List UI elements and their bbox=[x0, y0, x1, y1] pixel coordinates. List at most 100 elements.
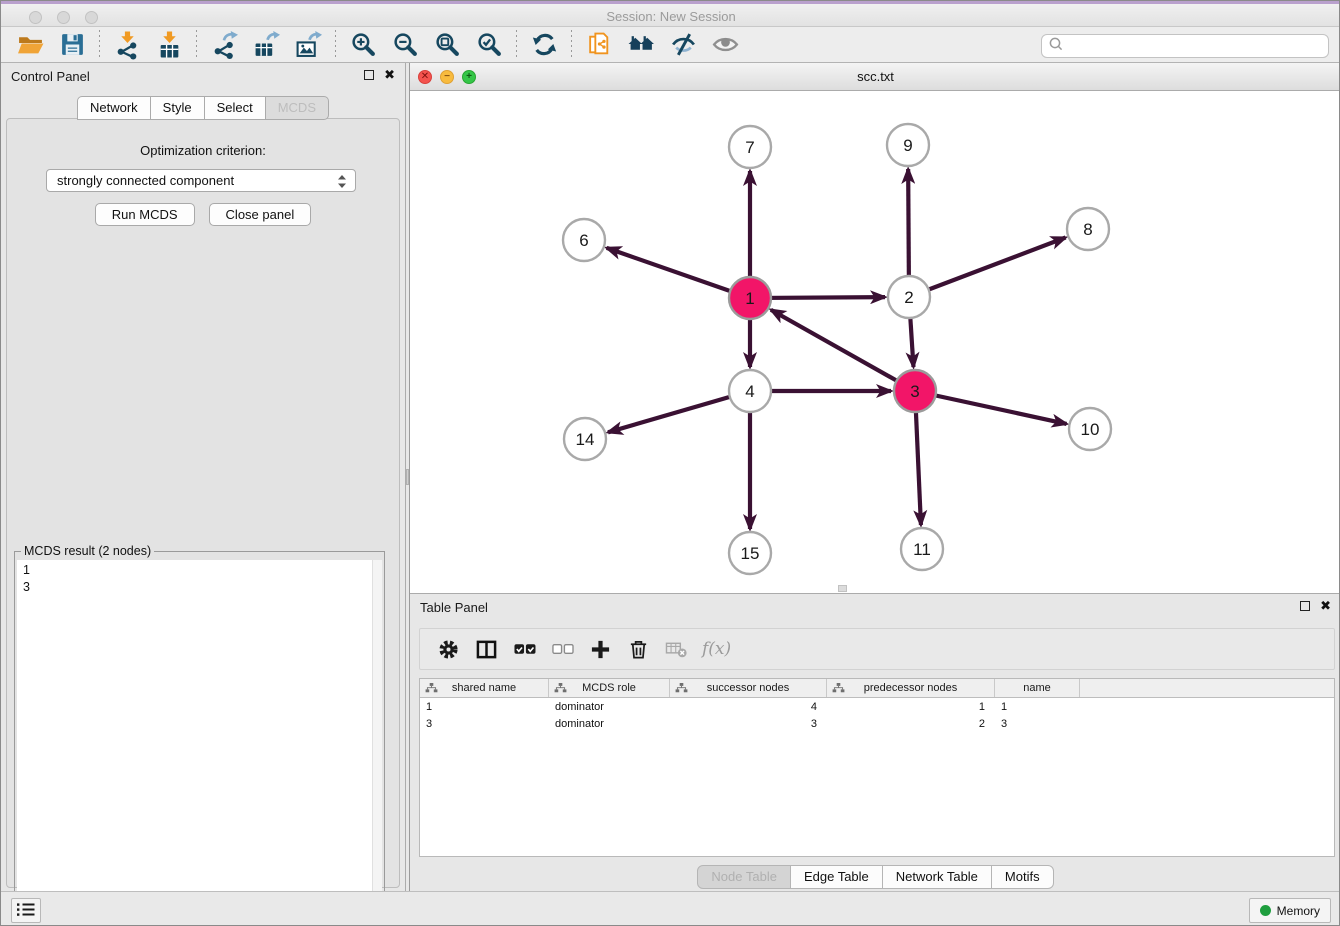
zoom-selected-icon[interactable] bbox=[472, 30, 506, 60]
graph-node-6[interactable]: 6 bbox=[563, 219, 605, 261]
deselect-all-columns-icon[interactable] bbox=[547, 635, 577, 663]
tab-network[interactable]: Network bbox=[77, 96, 151, 120]
splitter-grip[interactable] bbox=[406, 469, 409, 485]
control-panel: Control Panel ✖ NetworkStyleSelectMCDS O… bbox=[1, 63, 405, 891]
svg-text:9: 9 bbox=[903, 136, 912, 155]
column-header-name[interactable]: name bbox=[995, 679, 1080, 697]
zoom-in-icon[interactable] bbox=[346, 30, 380, 60]
split-columns-icon[interactable] bbox=[471, 635, 501, 663]
column-hierarchy-icon bbox=[425, 683, 438, 696]
network-canvas[interactable]: 7 9 6 8 1 2 4 3 14 10 15 11 bbox=[410, 91, 1340, 593]
mcds-result-title: MCDS result (2 nodes) bbox=[21, 544, 154, 558]
table-cell[interactable]: 2 bbox=[827, 718, 995, 730]
hide-graphics-details-icon[interactable] bbox=[666, 30, 700, 60]
task-history-button[interactable] bbox=[11, 898, 41, 923]
criterion-select-value: strongly connected component bbox=[57, 173, 234, 188]
svg-text:15: 15 bbox=[741, 544, 760, 563]
graph-node-1[interactable]: 1 bbox=[729, 277, 771, 319]
import-table-icon[interactable] bbox=[152, 30, 186, 60]
svg-text:7: 7 bbox=[745, 138, 754, 157]
memory-label: Memory bbox=[1277, 904, 1320, 918]
optimization-criterion-label: Optimization criterion: bbox=[7, 143, 399, 158]
column-header-MCDS-role[interactable]: MCDS role bbox=[549, 679, 670, 697]
table-cell[interactable]: 1 bbox=[827, 701, 995, 713]
table-cell[interactable]: 1 bbox=[995, 701, 1080, 713]
graph-node-11[interactable]: 11 bbox=[901, 528, 943, 570]
graph-node-2[interactable]: 2 bbox=[888, 276, 930, 318]
table-settings-gear-icon[interactable] bbox=[433, 635, 463, 663]
search-icon bbox=[1048, 36, 1064, 57]
column-header-shared-name[interactable]: shared name bbox=[420, 679, 549, 697]
zoom-fit-icon[interactable] bbox=[430, 30, 464, 60]
home-views-icon[interactable] bbox=[624, 30, 658, 60]
delete-table-icon bbox=[661, 635, 691, 663]
table-cell[interactable]: 3 bbox=[420, 718, 549, 730]
svg-text:1: 1 bbox=[745, 289, 754, 308]
zoom-out-icon[interactable] bbox=[388, 30, 422, 60]
tab-motifs[interactable]: Motifs bbox=[992, 865, 1054, 889]
select-all-columns-icon[interactable] bbox=[509, 635, 539, 663]
close-table-panel-icon[interactable]: ✖ bbox=[1320, 601, 1331, 611]
duplicate-network-icon[interactable] bbox=[582, 30, 616, 60]
show-graphics-details-icon[interactable] bbox=[708, 30, 742, 60]
save-session-icon[interactable] bbox=[55, 30, 89, 60]
graph-node-4[interactable]: 4 bbox=[729, 370, 771, 412]
table-cell[interactable]: dominator bbox=[549, 718, 670, 730]
delete-column-icon[interactable] bbox=[623, 635, 653, 663]
tab-style[interactable]: Style bbox=[151, 96, 205, 120]
memory-button[interactable]: Memory bbox=[1249, 898, 1331, 923]
table-cell[interactable]: 3 bbox=[995, 718, 1080, 730]
graph-node-9[interactable]: 9 bbox=[887, 124, 929, 166]
search-input[interactable] bbox=[1064, 38, 1328, 54]
node-table: shared nameMCDS rolesuccessor nodesprede… bbox=[419, 678, 1335, 857]
export-network-icon[interactable] bbox=[207, 30, 241, 60]
close-panel-button[interactable]: Close panel bbox=[209, 203, 312, 226]
graph-node-14[interactable]: 14 bbox=[564, 418, 606, 460]
network-window-titlebar[interactable]: ✕ − + scc.txt bbox=[410, 63, 1340, 91]
mcds-result-list: 13 bbox=[17, 560, 372, 926]
graph-node-10[interactable]: 10 bbox=[1069, 408, 1111, 450]
table-row[interactable]: 3dominator323 bbox=[420, 715, 1334, 732]
table-cell[interactable]: dominator bbox=[549, 701, 670, 713]
table-cell[interactable]: 4 bbox=[670, 701, 827, 713]
graph-edge-1-6[interactable] bbox=[607, 248, 750, 298]
open-session-icon[interactable] bbox=[13, 30, 47, 60]
column-header-predecessor-nodes[interactable]: predecessor nodes bbox=[827, 679, 995, 697]
add-column-icon[interactable] bbox=[585, 635, 615, 663]
tab-node-table[interactable]: Node Table bbox=[697, 865, 791, 889]
control-panel-header: Control Panel ✖ bbox=[1, 63, 405, 91]
graph-edge-2-8[interactable] bbox=[909, 238, 1066, 297]
graph-node-3[interactable]: 3 bbox=[894, 370, 936, 412]
float-table-panel-icon[interactable] bbox=[1300, 601, 1310, 611]
table-row[interactable]: 1dominator411 bbox=[420, 698, 1334, 715]
svg-text:2: 2 bbox=[904, 288, 913, 307]
export-table-icon[interactable] bbox=[249, 30, 283, 60]
result-scrollbar[interactable] bbox=[372, 560, 382, 926]
column-header-successor-nodes[interactable]: successor nodes bbox=[670, 679, 827, 697]
tab-select[interactable]: Select bbox=[205, 96, 266, 120]
close-panel-icon[interactable]: ✖ bbox=[384, 70, 395, 80]
import-network-icon[interactable] bbox=[110, 30, 144, 60]
svg-text:8: 8 bbox=[1083, 220, 1092, 239]
window-titlebar: Session: New Session bbox=[1, 1, 1340, 27]
graph-edge-3-1[interactable] bbox=[771, 310, 915, 391]
network-graph: 7 9 6 8 1 2 4 3 14 10 15 11 bbox=[410, 91, 1340, 593]
export-image-icon[interactable] bbox=[291, 30, 325, 60]
table-cell[interactable]: 3 bbox=[670, 718, 827, 730]
table-cell[interactable]: 1 bbox=[420, 701, 549, 713]
graph-edge-3-10[interactable] bbox=[915, 391, 1067, 424]
tab-mcds[interactable]: MCDS bbox=[266, 96, 329, 120]
search-field[interactable] bbox=[1041, 34, 1329, 58]
float-panel-icon[interactable] bbox=[364, 70, 374, 80]
graph-node-8[interactable]: 8 bbox=[1067, 208, 1109, 250]
graph-node-7[interactable]: 7 bbox=[729, 126, 771, 168]
graph-node-15[interactable]: 15 bbox=[729, 532, 771, 574]
refresh-network-icon[interactable] bbox=[527, 30, 561, 60]
mcds-result-node: 1 bbox=[23, 562, 372, 579]
run-mcds-button[interactable]: Run MCDS bbox=[95, 203, 195, 226]
canvas-scroll-thumb[interactable] bbox=[838, 585, 847, 592]
mcds-panel: Optimization criterion: strongly connect… bbox=[6, 118, 400, 888]
criterion-select[interactable]: strongly connected component bbox=[46, 169, 356, 192]
tab-edge-table[interactable]: Edge Table bbox=[791, 865, 883, 889]
tab-network-table[interactable]: Network Table bbox=[883, 865, 992, 889]
